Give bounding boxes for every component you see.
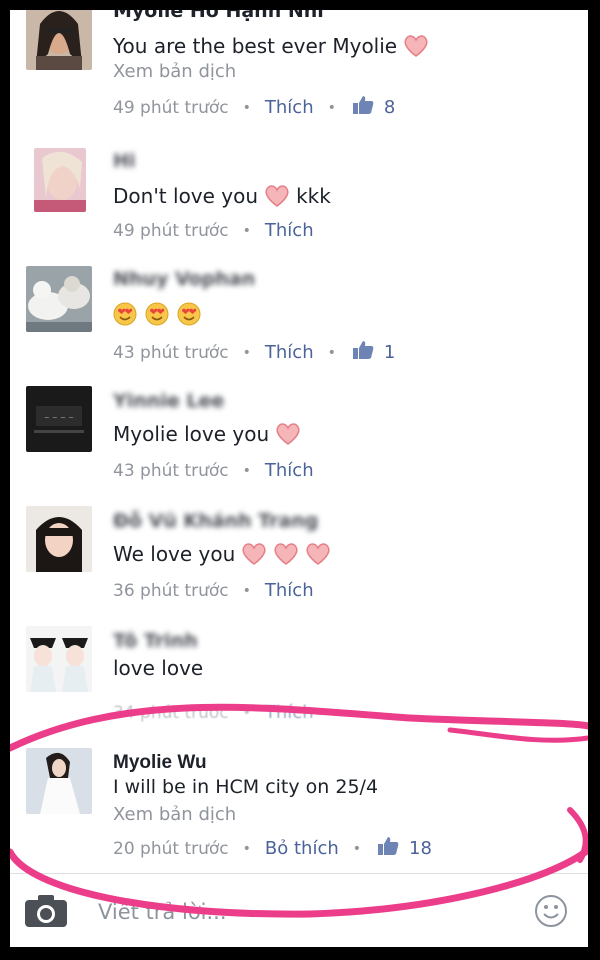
separator-dot: • <box>242 462 251 479</box>
camera-icon[interactable] <box>24 894 68 932</box>
separator-dot: • <box>242 222 251 239</box>
like-button[interactable]: Thích <box>265 220 314 241</box>
heart-eyes-emoji-icon <box>177 302 201 326</box>
like-count: 18 <box>409 838 432 859</box>
comment-text: Myolie love you <box>113 422 301 446</box>
reply-composer: Viết trả lời... <box>10 873 588 947</box>
avatar[interactable] <box>26 626 92 692</box>
commenter-name[interactable]: Yinnie Lee <box>113 390 224 412</box>
comment-meta: 20 phút trước • Bỏ thích • 18 <box>113 836 432 861</box>
comment-time: 36 phút trước <box>113 580 229 601</box>
comment-time: 43 phút trước <box>113 342 229 363</box>
thumbs-up-icon <box>377 836 399 861</box>
like-button[interactable]: Thích <box>265 460 314 481</box>
comment-text: love love <box>113 656 203 680</box>
comment-emojis <box>113 302 203 326</box>
smiley-icon[interactable] <box>534 894 568 932</box>
comment-text-content: Don't love you <box>113 184 259 208</box>
comment-meta: 43 phút trước • Thích <box>113 460 314 481</box>
comment-meta: 34 phút trước • Thích <box>113 702 314 723</box>
avatar[interactable] <box>26 10 92 70</box>
comment-text: We love you <box>113 542 331 566</box>
comment-text-content: Myolie love you <box>113 422 270 446</box>
comment-meta: 43 phút trước • Thích • 1 <box>113 340 395 365</box>
comment-text: You are the best ever Myolie <box>113 34 429 58</box>
like-button[interactable]: Thích <box>265 97 314 118</box>
comment-text-suffix: kkk <box>296 184 331 208</box>
comment-text-content: I will be in HCM city on 25/4 <box>113 776 379 798</box>
comment-time: 43 phút trước <box>113 460 229 481</box>
comment-text: I will be in HCM city on 25/4 <box>113 776 378 798</box>
heart-icon <box>403 34 429 58</box>
heart-icon <box>273 542 299 566</box>
separator-dot: • <box>242 704 251 721</box>
thumbs-up-icon <box>352 95 374 120</box>
heart-eyes-emoji-icon <box>113 302 137 326</box>
separator-dot: • <box>327 99 336 116</box>
comment-meta: 49 phút trước • Thích <box>113 220 314 241</box>
unlike-button[interactable]: Bỏ thích <box>265 838 339 859</box>
like-count: 8 <box>383 97 396 118</box>
heart-icon <box>264 184 290 208</box>
comment-time: 49 phút trước <box>113 97 229 118</box>
avatar[interactable] <box>26 748 92 814</box>
commenter-name[interactable]: Myolie Wu <box>113 752 207 774</box>
see-translation-link[interactable]: Xem bản dịch <box>113 61 236 82</box>
separator-dot: • <box>327 344 336 361</box>
commenter-name[interactable]: Myolie Hồ Hạnh Nhi <box>113 10 324 22</box>
commenter-name[interactable]: Đỗ Vũ Khánh Trang <box>113 510 318 532</box>
heart-icon <box>241 542 267 566</box>
separator-dot: • <box>242 344 251 361</box>
separator-dot: • <box>352 840 362 857</box>
see-translation-link[interactable]: Xem bản dịch <box>113 804 236 825</box>
like-count: 1 <box>383 342 396 363</box>
comment-meta: 36 phút trước • Thích <box>113 580 314 601</box>
svg-text:~ ~ ~ ~: ~ ~ ~ ~ <box>44 414 74 422</box>
separator-dot: • <box>242 840 251 857</box>
commenter-name[interactable]: Nhuy Vophan <box>113 268 255 290</box>
like-button[interactable]: Thích <box>265 342 314 363</box>
comments-screen: Myolie Hồ Hạnh Nhi You are the best ever… <box>10 10 588 947</box>
separator-dot: • <box>242 99 251 116</box>
avatar[interactable] <box>26 266 92 332</box>
avatar[interactable] <box>34 148 86 212</box>
heart-icon <box>305 542 331 566</box>
comment-text-content: love love <box>113 656 204 680</box>
like-button[interactable]: Thích <box>265 580 314 601</box>
commenter-name[interactable]: Hi <box>113 150 135 172</box>
heart-icon <box>275 422 301 446</box>
avatar[interactable] <box>26 506 92 572</box>
like-button[interactable]: Thích <box>265 702 314 723</box>
comment-time: 20 phút trước <box>113 838 229 859</box>
comment-text-content: We love you <box>113 542 236 566</box>
reply-input[interactable]: Viết trả lời... <box>98 900 227 924</box>
separator-dot: • <box>242 582 251 599</box>
comment-text: Don't love you kkk <box>113 184 331 208</box>
commenter-name[interactable]: Tô Trinh <box>113 630 198 652</box>
comment-text-content: You are the best ever Myolie <box>113 34 398 58</box>
thumbs-up-icon <box>352 340 374 365</box>
comment-time: 34 phút trước <box>113 702 229 723</box>
comment-time: 49 phút trước <box>113 220 229 241</box>
heart-eyes-emoji-icon <box>145 302 169 326</box>
avatar[interactable]: ~ ~ ~ ~ <box>26 386 92 452</box>
comment-meta: 49 phút trước • Thích • 8 <box>113 95 395 120</box>
